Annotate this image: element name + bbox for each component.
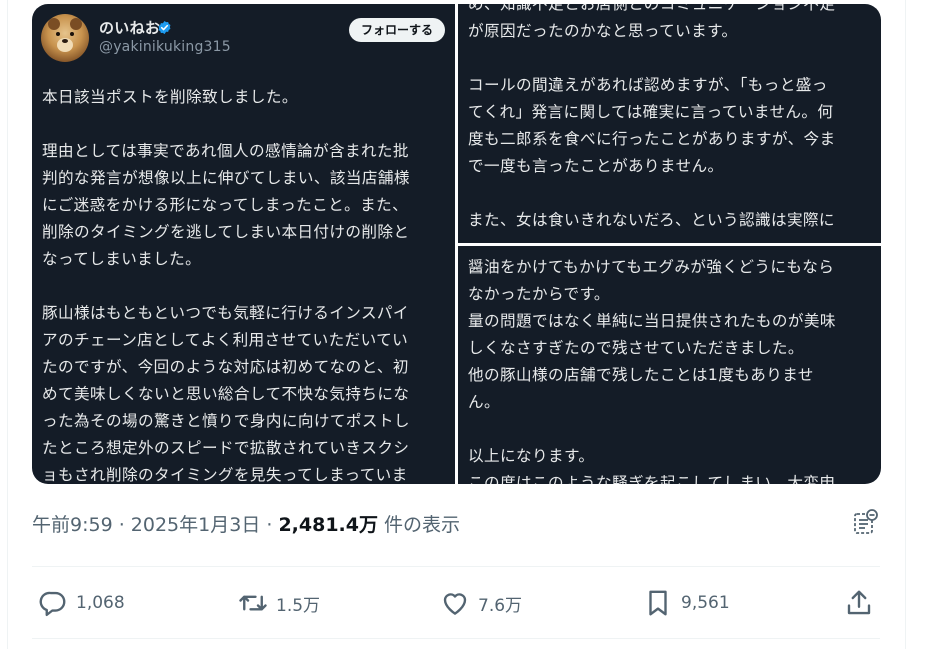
bookmark-button[interactable]: 9,561 [643, 586, 730, 620]
attached-images-grid: のいねお @yakinikuking315 フォローする 本日該当ポストを削除致… [32, 4, 881, 484]
share-button[interactable] [844, 586, 874, 620]
column-border-left [7, 0, 8, 649]
embedded-profile-header: のいねお @yakinikuking315 フォローする [41, 12, 445, 62]
statement-text-part-1: 本日該当ポストを削除致しました。 理由としては事実であれ個人の感情論が含まれた批… [42, 88, 410, 484]
like-button[interactable]: 7.6万 [440, 586, 522, 620]
bookmark-icon [649, 590, 667, 616]
reply-icon [39, 591, 66, 617]
views-count: 2,481.4万 [278, 514, 378, 536]
repost-count: 1.5万 [276, 595, 321, 616]
column-border-right [905, 0, 906, 649]
bookmark-count: 9,561 [681, 593, 730, 613]
repost-icon [239, 595, 267, 611]
verified-badge-icon [158, 20, 171, 35]
analytics-icon[interactable] [852, 508, 880, 536]
statement-text-part-2: め、知識不足とお店側とのコミュニケーション不足 が原因だったのかなと思っています… [468, 4, 836, 229]
divider [32, 638, 880, 639]
views-label: 件の表示 [377, 514, 461, 536]
post-metadata: 午前9:59 · 2025年1月3日 · 2,481.4万 件の表示 [32, 510, 460, 537]
avatar [41, 14, 89, 62]
image-statement-part-3[interactable]: 醤油をかけてもかけてもエグみが強くどうにもなら なかったからです。 量の問題では… [458, 246, 881, 484]
like-count: 7.6万 [478, 595, 523, 616]
image-statement-part-2[interactable]: め、知識不足とお店側とのコミュニケーション不足 が原因だったのかなと思っています… [458, 4, 881, 243]
reply-count: 1,068 [76, 593, 125, 613]
like-icon [443, 593, 467, 615]
share-icon [847, 590, 871, 615]
handle: @yakinikuking315 [99, 39, 231, 55]
post-timestamp[interactable]: 午前9:59 · 2025年1月3日 · [32, 514, 278, 536]
repost-button[interactable]: 1.5万 [238, 586, 320, 620]
divider [32, 566, 880, 567]
follow-button[interactable]: フォローする [348, 18, 445, 42]
display-name: のいねお [99, 19, 161, 37]
reply-button[interactable]: 1,068 [38, 586, 125, 620]
image-statement-part-1[interactable]: のいねお @yakinikuking315 フォローする 本日該当ポストを削除致… [32, 4, 455, 484]
statement-text-part-3: 醤油をかけてもかけてもエグみが強くどうにもなら なかったからです。 量の問題では… [468, 258, 836, 484]
